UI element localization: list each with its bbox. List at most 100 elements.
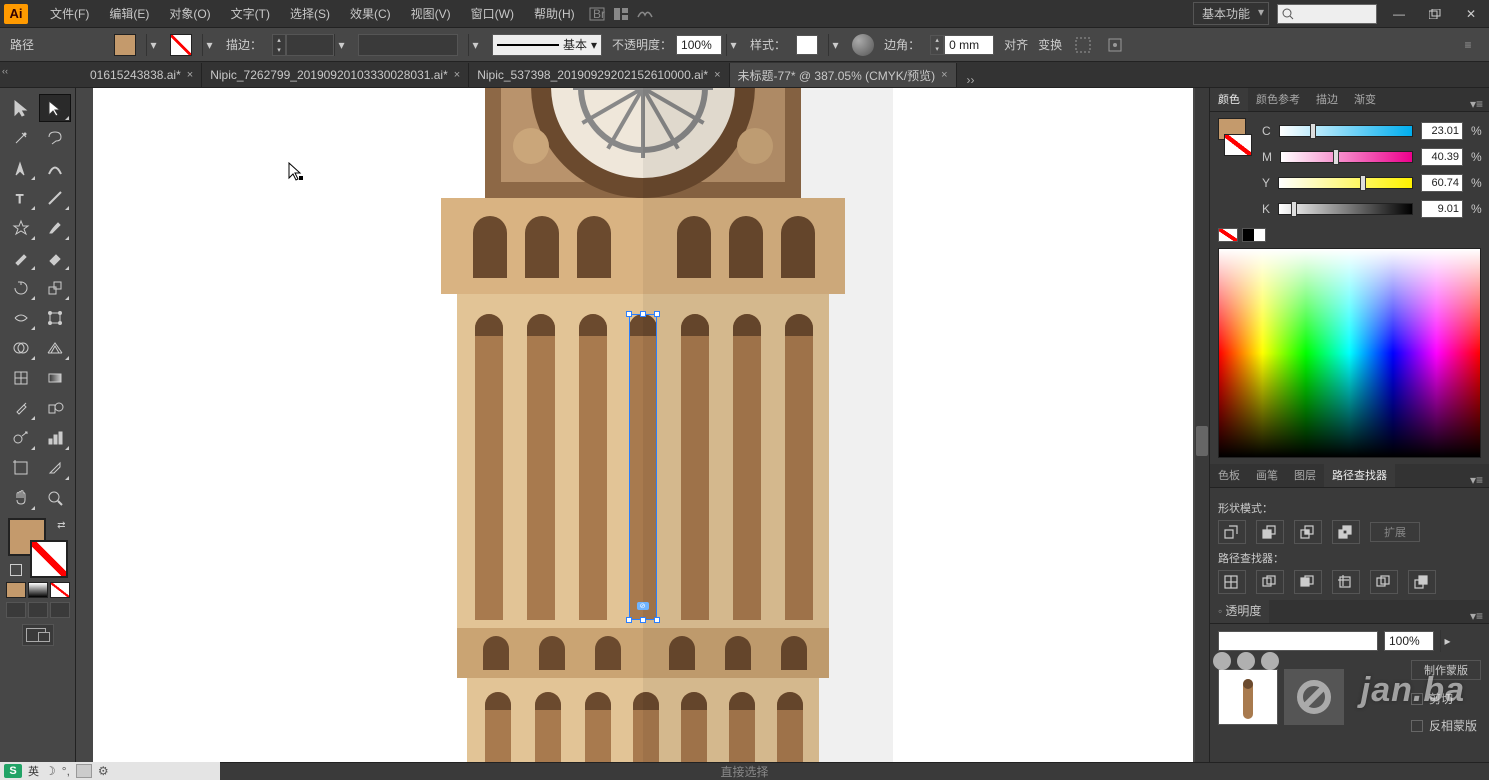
- stroke-dropdown[interactable]: ▾: [202, 34, 216, 56]
- tab-layers[interactable]: 图层: [1286, 463, 1324, 487]
- tab-gradient[interactable]: 渐变: [1346, 87, 1384, 111]
- opacity-field[interactable]: 100%: [1384, 631, 1434, 651]
- invert-checkbox[interactable]: [1411, 720, 1423, 732]
- stroke-weight-input[interactable]: [286, 34, 334, 56]
- line-tool[interactable]: [39, 184, 71, 212]
- panel-menu-icon[interactable]: ▾≡: [1464, 473, 1489, 487]
- controlbar-menu-icon[interactable]: ≡: [1457, 34, 1479, 56]
- align-label[interactable]: 对齐: [1004, 36, 1028, 53]
- restore-button[interactable]: [1421, 4, 1449, 24]
- unite-button[interactable]: [1218, 520, 1246, 544]
- ime-icon[interactable]: S: [4, 764, 22, 778]
- slice-tool[interactable]: [39, 454, 71, 482]
- eraser-tool[interactable]: [39, 244, 71, 272]
- graphic-style-swatch[interactable]: [796, 35, 818, 55]
- menu-help[interactable]: 帮助(H): [524, 0, 585, 28]
- screen-mode-btn[interactable]: [22, 624, 54, 646]
- tab-color[interactable]: 颜色: [1210, 87, 1248, 111]
- scale-tool[interactable]: [39, 274, 71, 302]
- tabs-scroll-left[interactable]: ‹‹: [2, 66, 8, 76]
- tab-close-icon[interactable]: ×: [941, 69, 947, 81]
- curvature-tool[interactable]: [39, 154, 71, 182]
- menu-object[interactable]: 对象(O): [159, 0, 220, 28]
- default-fill-stroke-icon[interactable]: [10, 564, 22, 576]
- stroke-weight-dropdown[interactable]: ▾: [334, 34, 348, 56]
- m-slider[interactable]: [1280, 151, 1413, 163]
- intersect-button[interactable]: [1294, 520, 1322, 544]
- zoom-tool[interactable]: [39, 484, 71, 512]
- menu-file[interactable]: 文件(F): [40, 0, 99, 28]
- ime-moon-icon[interactable]: ☽: [45, 764, 56, 778]
- width-profile-select[interactable]: [358, 34, 458, 56]
- corner-spinner[interactable]: ▴▾: [930, 35, 944, 55]
- y-input[interactable]: 60.74: [1421, 174, 1463, 192]
- panel-stroke-proxy[interactable]: [1224, 134, 1252, 156]
- tab-swatches[interactable]: 色板: [1210, 463, 1248, 487]
- ime-keyboard-icon[interactable]: [76, 764, 92, 778]
- outline-button[interactable]: [1370, 570, 1398, 594]
- minimize-button[interactable]: —: [1385, 4, 1413, 24]
- opacity-dd[interactable]: ▸: [1440, 630, 1454, 652]
- expand-button[interactable]: 扩展: [1370, 522, 1420, 542]
- arrange-docs-icon[interactable]: [609, 4, 633, 24]
- artboard[interactable]: ⊘: [93, 88, 1193, 762]
- shape-tool[interactable]: [5, 214, 37, 242]
- crop-button[interactable]: [1332, 570, 1360, 594]
- stroke-weight-spinner[interactable]: ▴▾: [272, 34, 286, 56]
- menu-select[interactable]: 选择(S): [280, 0, 340, 28]
- transform-label[interactable]: 变换: [1038, 36, 1062, 53]
- ime-punct-icon[interactable]: °,: [62, 764, 70, 778]
- make-mask-button[interactable]: 制作蒙版: [1411, 660, 1481, 680]
- doc-tab-1[interactable]: Nipic_7262799_20190920103330028031.ai*×: [202, 63, 469, 87]
- canvas[interactable]: ⊘: [76, 88, 1209, 762]
- doc-tab-2[interactable]: Nipic_537398_20190929202152610000.ai*×: [469, 63, 729, 87]
- fill-swatch[interactable]: [114, 34, 136, 56]
- menu-type[interactable]: 文字(T): [221, 0, 280, 28]
- mask-thumbnail[interactable]: [1284, 669, 1344, 725]
- tab-pathfinder[interactable]: 路径查找器: [1324, 463, 1395, 487]
- tab-transparency[interactable]: ◦ 透明度: [1210, 598, 1269, 623]
- stroke-label[interactable]: 描边：: [226, 36, 262, 53]
- type-tool[interactable]: T: [5, 184, 37, 212]
- k-slider[interactable]: [1278, 203, 1413, 215]
- tab-brushes[interactable]: 画笔: [1248, 463, 1286, 487]
- scrollbar-thumb[interactable]: [1196, 426, 1208, 456]
- doc-tab-3[interactable]: 未标题-77* @ 387.05% (CMYK/预览)×: [730, 63, 957, 87]
- search-input[interactable]: [1277, 4, 1377, 24]
- tab-color-guide[interactable]: 颜色参考: [1248, 87, 1308, 111]
- workspace-switcher[interactable]: 基本功能: [1193, 2, 1269, 25]
- selection-tool[interactable]: [5, 94, 37, 122]
- perspective-grid-tool[interactable]: [39, 334, 71, 362]
- exclude-button[interactable]: [1332, 520, 1360, 544]
- menu-effect[interactable]: 效果(C): [340, 0, 401, 28]
- gradient-tool[interactable]: [39, 364, 71, 392]
- artboard-tool[interactable]: [5, 454, 37, 482]
- isolate-icon[interactable]: [1072, 34, 1094, 56]
- paintbrush-tool[interactable]: [39, 214, 71, 242]
- graphic-style-dd[interactable]: ▾: [828, 34, 842, 56]
- doc-tab-0[interactable]: 01615243838.ai*×: [82, 63, 202, 87]
- gradient-mode-btn[interactable]: [28, 582, 48, 598]
- menu-edit[interactable]: 编辑(E): [99, 0, 159, 28]
- none-swatch[interactable]: [1218, 228, 1238, 242]
- k-input[interactable]: 9.01: [1421, 200, 1463, 218]
- stroke-proxy[interactable]: [30, 540, 68, 578]
- c-slider[interactable]: [1279, 125, 1413, 137]
- menu-view[interactable]: 视图(V): [401, 0, 461, 28]
- blend-tool[interactable]: [39, 394, 71, 422]
- draw-behind-btn[interactable]: [28, 602, 48, 618]
- tab-close-icon[interactable]: ×: [714, 69, 720, 81]
- width-tool[interactable]: [5, 304, 37, 332]
- color-spectrum[interactable]: [1218, 248, 1481, 458]
- lasso-tool[interactable]: [39, 124, 71, 152]
- opacity-label[interactable]: 不透明度：: [612, 36, 672, 53]
- pencil-tool[interactable]: [5, 244, 37, 272]
- c-input[interactable]: 23.01: [1421, 122, 1463, 140]
- fill-stroke-proxy[interactable]: ⇄: [8, 518, 68, 578]
- fill-dropdown[interactable]: ▾: [146, 34, 160, 56]
- rotate-tool[interactable]: [5, 274, 37, 302]
- hand-tool[interactable]: [5, 484, 37, 512]
- recolor-artwork-icon[interactable]: [852, 34, 874, 56]
- m-input[interactable]: 40.39: [1421, 148, 1463, 166]
- tabs-scroll-right[interactable]: ››: [961, 73, 981, 87]
